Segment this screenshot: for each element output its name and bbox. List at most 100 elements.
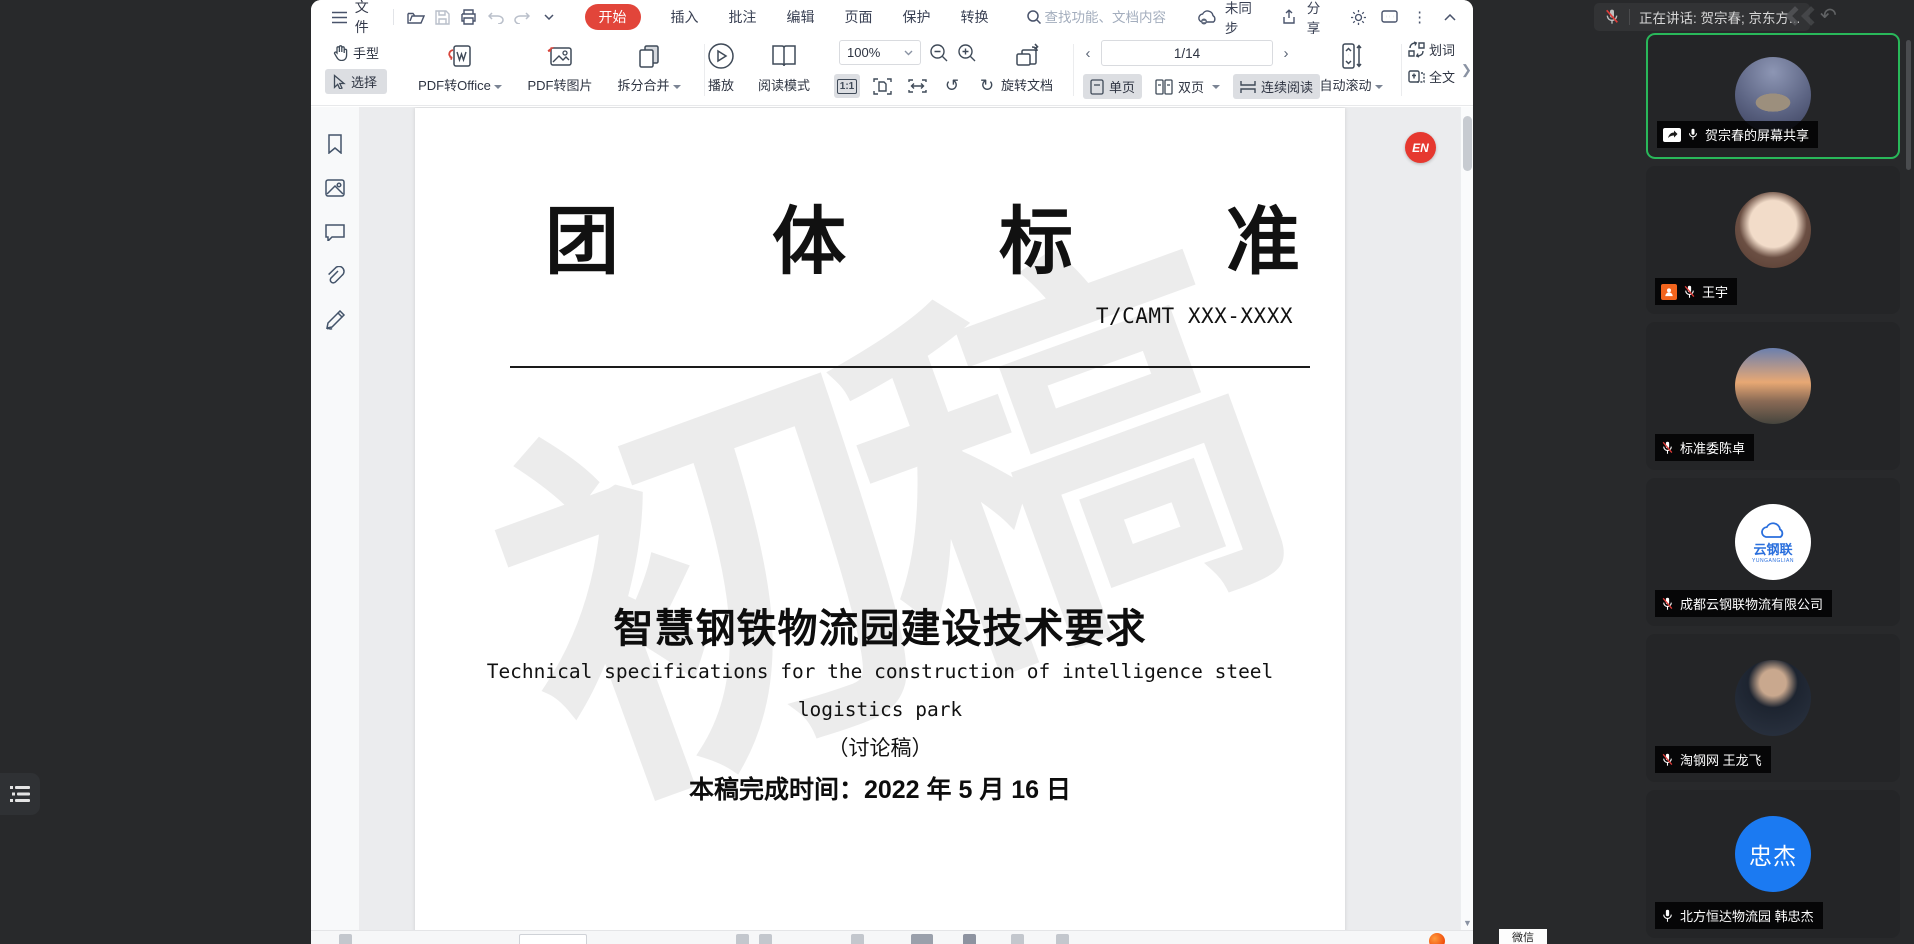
dropdown-caret-icon bbox=[1212, 85, 1220, 89]
participant-tile[interactable]: 贺宗春的屏幕共享 bbox=[1646, 33, 1900, 159]
toolbar-dropdown-icon[interactable] bbox=[538, 5, 561, 29]
participant-tile[interactable]: 忠杰 北方恒达物流园 韩忠杰 bbox=[1646, 790, 1900, 938]
double-page-label: 双页 bbox=[1178, 77, 1204, 96]
word-translate-button[interactable]: 划词 bbox=[1408, 40, 1464, 59]
status-icon[interactable] bbox=[1011, 934, 1024, 944]
rotate-document-label: 旋转文档 bbox=[1001, 75, 1053, 94]
pdf-to-office-label: PDF转Office bbox=[418, 78, 491, 93]
status-icon[interactable] bbox=[339, 934, 352, 944]
feedback-comment-icon[interactable] bbox=[1378, 5, 1400, 29]
actual-size-label: 1:1 bbox=[837, 79, 857, 94]
avatar: 云钢联 YUNGANGLIAN bbox=[1735, 504, 1811, 580]
signature-pen-icon[interactable] bbox=[324, 309, 346, 331]
rotate-document-button[interactable]: 旋转文档 bbox=[983, 39, 1071, 94]
tab-protect[interactable]: 保护 bbox=[903, 7, 931, 27]
previous-page-button[interactable]: ‹ bbox=[1081, 45, 1095, 62]
more-options-icon[interactable]: ⋮ bbox=[1408, 5, 1430, 29]
cloud-unsynced-icon[interactable] bbox=[1197, 5, 1219, 29]
auto-scroll-button[interactable]: 自动滚动 bbox=[1307, 39, 1395, 94]
zoom-level-select[interactable]: 100% bbox=[839, 40, 921, 65]
participant-tile[interactable]: 标准委陈卓 bbox=[1646, 322, 1900, 470]
file-menu[interactable]: 文件 bbox=[355, 0, 382, 37]
status-icon[interactable] bbox=[963, 934, 976, 944]
gear-icon[interactable] bbox=[1348, 5, 1370, 29]
translate-floating-badge[interactable]: EN bbox=[1405, 132, 1436, 163]
split-merge-label: 拆分合并 bbox=[617, 78, 669, 93]
search-input[interactable] bbox=[1045, 10, 1195, 25]
ribbon: 手型 选择 PDF转Office PDF转图片 bbox=[311, 34, 1473, 106]
pdf-to-image-button[interactable]: PDF转图片 bbox=[512, 39, 608, 94]
fit-page-button[interactable] bbox=[869, 74, 895, 98]
open-folder-icon[interactable] bbox=[404, 5, 427, 29]
search-box[interactable] bbox=[1023, 5, 1195, 29]
participant-name: 成都云钢联物流有限公司 bbox=[1680, 594, 1823, 613]
fit-width-button[interactable] bbox=[904, 74, 930, 98]
participant-nameplate: 王宇 bbox=[1655, 278, 1737, 305]
tab-insert[interactable]: 插入 bbox=[671, 7, 699, 27]
page-indicator-input[interactable] bbox=[1101, 40, 1273, 66]
hand-tool-button[interactable]: 手型 bbox=[325, 40, 387, 65]
participant-tile[interactable]: 淘钢网 王龙飞 bbox=[1646, 634, 1900, 782]
print-icon[interactable] bbox=[458, 5, 481, 29]
scrollbar-thumb[interactable] bbox=[1463, 116, 1472, 171]
full-translate-button[interactable]: 全文 bbox=[1408, 67, 1464, 86]
status-icon[interactable] bbox=[911, 934, 933, 944]
avatar bbox=[1735, 348, 1811, 424]
rotate-left-icon[interactable]: ↺ bbox=[939, 74, 965, 98]
zoom-in-button[interactable] bbox=[957, 43, 977, 63]
participant-name: 标准委陈卓 bbox=[1680, 438, 1745, 457]
document-subtitle-en-2: logistics park bbox=[415, 698, 1345, 721]
divider bbox=[1401, 44, 1402, 96]
status-icon[interactable] bbox=[851, 934, 864, 944]
wechat-taskbar-label[interactable]: 微信 bbox=[1499, 929, 1547, 944]
sync-status-label[interactable]: 未同步 bbox=[1225, 0, 1263, 37]
ribbon-overflow-button[interactable]: ❯ bbox=[1461, 62, 1472, 78]
participant-tile[interactable]: 王宇 bbox=[1646, 166, 1900, 314]
document-canvas[interactable]: 初稿 团 体 标 准 T/CAMT XXX-XXXX 智慧钢铁物流园建设技术要求… bbox=[360, 107, 1460, 930]
save-icon[interactable] bbox=[431, 5, 454, 29]
tab-edit[interactable]: 编辑 bbox=[787, 7, 815, 27]
tab-convert[interactable]: 转换 bbox=[961, 7, 989, 27]
status-icon[interactable] bbox=[736, 934, 749, 944]
pdf-page[interactable]: 初稿 团 体 标 准 T/CAMT XXX-XXXX 智慧钢铁物流园建设技术要求… bbox=[415, 108, 1345, 930]
hamburger-menu-icon[interactable] bbox=[328, 5, 351, 29]
collapse-ribbon-icon[interactable] bbox=[1439, 5, 1461, 29]
participant-name: 贺宗春的屏幕共享 bbox=[1705, 125, 1809, 144]
read-mode-label: 阅读模式 bbox=[758, 75, 810, 94]
next-page-button[interactable]: › bbox=[1279, 45, 1293, 62]
undo-icon[interactable] bbox=[484, 5, 507, 29]
attachment-icon[interactable] bbox=[324, 265, 346, 287]
read-mode-button[interactable]: 阅读模式 bbox=[739, 39, 829, 94]
share-icon[interactable] bbox=[1278, 5, 1300, 29]
divider bbox=[1073, 44, 1074, 96]
avatar bbox=[1735, 192, 1811, 268]
play-icon bbox=[707, 39, 735, 73]
bookmark-icon[interactable] bbox=[324, 133, 346, 155]
scroll-down-arrow[interactable]: ▼ bbox=[1461, 918, 1473, 928]
zoom-out-button[interactable] bbox=[929, 43, 949, 63]
tab-home[interactable]: 开始 bbox=[585, 4, 641, 30]
cursor-icon bbox=[333, 74, 346, 89]
double-page-button[interactable]: 双页 bbox=[1148, 74, 1227, 99]
comment-bubble-icon[interactable] bbox=[324, 221, 346, 243]
select-tool-button[interactable]: 选择 bbox=[325, 69, 387, 94]
toc-floating-button[interactable] bbox=[0, 773, 40, 815]
divider bbox=[393, 9, 394, 25]
share-label[interactable]: 分享 bbox=[1307, 0, 1332, 37]
participant-tile[interactable]: 云钢联 YUNGANGLIAN 成都云钢联物流有限公司 bbox=[1646, 478, 1900, 626]
image-annotation-icon[interactable] bbox=[324, 177, 346, 199]
status-icon[interactable] bbox=[759, 934, 772, 944]
participants-panel: 贺宗春的屏幕共享 王宇 标准委陈卓 云钢联 Y bbox=[1646, 0, 1900, 944]
dropdown-caret-icon bbox=[1375, 85, 1383, 89]
panel-scrollbar-thumb[interactable] bbox=[1906, 40, 1911, 170]
document-scrollbar[interactable]: ▼ bbox=[1460, 107, 1473, 930]
single-page-button[interactable]: 单页 bbox=[1083, 74, 1142, 99]
actual-size-button[interactable]: 1:1 bbox=[834, 74, 860, 98]
double-page-icon bbox=[1155, 79, 1173, 95]
tab-page[interactable]: 页面 bbox=[845, 7, 873, 27]
tab-comment[interactable]: 批注 bbox=[729, 7, 757, 27]
redo-icon[interactable] bbox=[511, 5, 534, 29]
pdf-to-office-button[interactable]: PDF转Office bbox=[412, 39, 508, 94]
status-icon[interactable] bbox=[1056, 934, 1069, 944]
status-page-box[interactable] bbox=[519, 934, 587, 944]
